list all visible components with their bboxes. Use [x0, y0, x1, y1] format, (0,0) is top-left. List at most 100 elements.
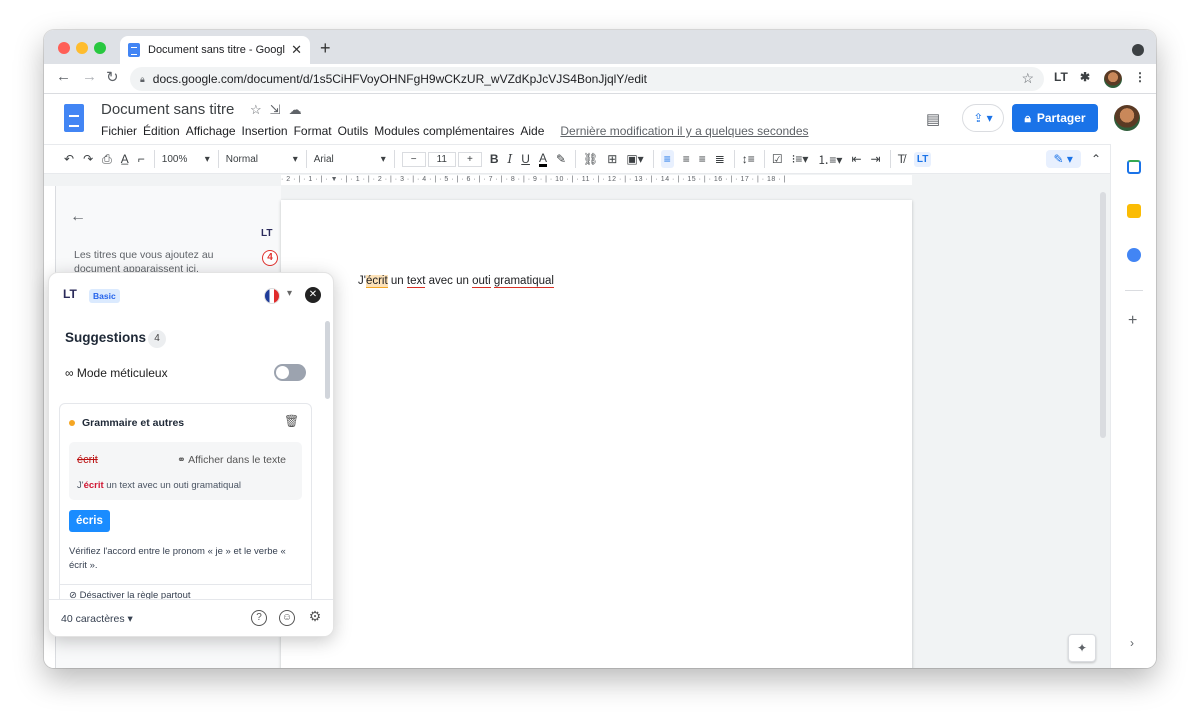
address-bar[interactable]: 🔒︎ docs.google.com/document/d/1s5CiHFVoy…	[130, 67, 1044, 91]
grammar-error-word[interactable]: écrit	[365, 275, 388, 288]
menu-outils[interactable]: Outils	[338, 124, 369, 138]
picky-mode-toggle[interactable]	[274, 364, 306, 381]
redo-icon[interactable]: ↷	[83, 152, 93, 166]
align-left-icon[interactable]: ≡	[660, 150, 674, 168]
menu-format[interactable]: Format	[294, 124, 332, 138]
languagetool-toolbar-icon[interactable]: LT	[913, 151, 932, 167]
increase-font-size-button[interactable]: +	[458, 151, 482, 167]
spelling-error-word[interactable]: outi	[472, 275, 491, 288]
print-icon[interactable]: ⎙	[102, 152, 112, 167]
bulleted-list-icon[interactable]: ⁝≡▾	[792, 152, 809, 166]
checklist-icon[interactable]: ☑	[772, 152, 783, 166]
increase-indent-icon[interactable]: ⇥	[871, 152, 881, 166]
link-icon[interactable]: ⛓	[583, 152, 598, 166]
hide-menus-chevron-up-icon[interactable]: ⌃	[1091, 152, 1101, 166]
clear-formatting-icon[interactable]: T̸	[898, 152, 905, 166]
tasks-icon[interactable]	[1127, 248, 1141, 262]
extensions-puzzle-icon[interactable]: ✱	[1080, 70, 1090, 84]
spellcheck-icon[interactable]: A̲	[121, 152, 129, 166]
decrease-font-size-button[interactable]: −	[401, 151, 426, 167]
insert-image-icon[interactable]: ▣▾	[626, 152, 643, 166]
line-spacing-icon[interactable]: ↕≡	[742, 152, 755, 166]
present-button[interactable]: ⇪ ▾	[962, 104, 1004, 132]
languagetool-extension-icon[interactable]: LT	[1054, 70, 1068, 84]
editing-mode-button[interactable]: ✎ ▾	[1045, 150, 1081, 168]
spelling-error-word[interactable]: text	[406, 275, 426, 288]
document-scrollbar[interactable]	[1100, 192, 1106, 438]
justify-icon[interactable]: ≣	[715, 152, 725, 166]
reload-icon[interactable]: ↻	[106, 68, 119, 86]
url-text: docs.google.com/document/d/1s5CiHFVoyOHN…	[152, 72, 648, 86]
panel-scrollbar[interactable]	[325, 321, 330, 399]
docs-logo-icon[interactable]	[64, 104, 84, 132]
cloud-saved-icon[interactable]: ☁	[289, 102, 310, 117]
settings-gear-icon[interactable]: ⚙	[307, 609, 323, 626]
menu-modules[interactable]: Modules complémentaires	[374, 124, 514, 138]
font-select[interactable]: Arial ▾	[314, 154, 386, 165]
browser-profile-avatar[interactable]	[1104, 70, 1122, 88]
spelling-error-word[interactable]: gramatiqual	[493, 275, 554, 288]
move-folder-icon[interactable]: ⇲	[270, 102, 289, 117]
new-tab-button[interactable]: +	[320, 38, 331, 59]
close-panel-icon[interactable]: ✕	[305, 287, 321, 303]
feedback-smiley-icon[interactable]: ☺	[279, 610, 295, 626]
keep-icon[interactable]	[1127, 204, 1141, 218]
calendar-icon[interactable]	[1127, 160, 1141, 174]
back-arrow-icon[interactable]: ←	[56, 68, 71, 85]
show-in-text-button[interactable]: ⚭ Afficher dans le texte	[177, 454, 286, 466]
help-icon[interactable]: ?	[251, 610, 267, 626]
language-chevron-down-icon[interactable]: ▾	[287, 288, 292, 299]
underline-icon[interactable]: U	[521, 152, 530, 166]
align-right-icon[interactable]: ≡	[699, 152, 706, 166]
close-outline-arrow-icon[interactable]: ←	[70, 208, 86, 226]
explore-button[interactable]: ✦	[1068, 634, 1096, 662]
decrease-indent-icon[interactable]: ⇤	[851, 152, 861, 166]
share-button[interactable]: 🔒︎ Partager	[1012, 104, 1098, 132]
paint-format-icon[interactable]: ⌐	[138, 152, 145, 166]
trash-icon[interactable]: 🗑︎	[284, 414, 299, 428]
browser-tab[interactable]: Document sans titre - Google D ✕	[120, 36, 310, 64]
replacement-button[interactable]: écris	[69, 510, 110, 532]
add-comment-icon[interactable]: ⊞	[607, 152, 617, 166]
character-count[interactable]: 40 caractères ▾	[61, 613, 133, 625]
minimize-window-button[interactable]	[76, 42, 88, 54]
maximize-window-button[interactable]	[94, 42, 106, 54]
languagetool-badge-icon[interactable]: LT	[261, 228, 272, 239]
bold-icon[interactable]: B	[490, 152, 499, 166]
comment-history-icon[interactable]: ▤	[926, 110, 940, 128]
browser-kebab-menu-icon[interactable]: ⋮	[1134, 70, 1146, 84]
bookmark-star-icon[interactable]: ☆	[1021, 70, 1034, 87]
style-select[interactable]: Normal ▾	[226, 154, 298, 165]
tab-strip: Document sans titre - Google D ✕ +	[44, 30, 1156, 64]
browser-menu-dot-icon[interactable]	[1132, 44, 1144, 56]
last-modified-link[interactable]: Dernière modification il y a quelques se…	[560, 124, 808, 138]
horizontal-ruler[interactable]: · 2 · | · 1 · | · ▼ · | · 1 · | · 2 · | …	[281, 175, 912, 185]
numbered-list-icon[interactable]: ⒈≡▾	[817, 151, 842, 168]
align-center-icon[interactable]: ≡	[683, 152, 690, 166]
menu-insertion[interactable]: Insertion	[242, 124, 288, 138]
italic-icon[interactable]: I	[508, 152, 513, 166]
document-title[interactable]: Document sans titre	[101, 101, 234, 118]
zoom-select[interactable]: 100% ▾	[162, 154, 210, 165]
side-panel: + ›	[1110, 144, 1156, 668]
tab-close-icon[interactable]: ✕	[291, 42, 302, 58]
french-flag-icon[interactable]	[264, 288, 280, 304]
menu-affichage[interactable]: Affichage	[186, 124, 236, 138]
document-text[interactable]: J'écrit un text avec un outi gramatiqual	[358, 275, 554, 288]
text-color-icon[interactable]: A	[538, 152, 547, 167]
menu-edition[interactable]: Édition	[143, 124, 180, 138]
languagetool-error-count[interactable]: 4	[262, 250, 278, 266]
close-window-button[interactable]	[58, 42, 70, 54]
star-icon[interactable]: ☆	[250, 102, 270, 117]
highlight-icon[interactable]: ✎	[556, 152, 566, 166]
account-avatar[interactable]	[1114, 105, 1140, 131]
document-page[interactable]: J'écrit un text avec un outi gramatiqual	[281, 200, 912, 668]
add-addon-plus-icon[interactable]: +	[1128, 312, 1137, 330]
expand-panel-chevron-icon[interactable]: ›	[1130, 636, 1134, 650]
forward-arrow-icon[interactable]: →	[82, 68, 97, 85]
undo-icon[interactable]: ↶	[64, 152, 74, 166]
menu-aide[interactable]: Aide	[520, 124, 544, 138]
menu-fichier[interactable]: Fichier	[101, 124, 137, 138]
docs-header: Document sans titre ☆⇲☁ Fichier Édition …	[44, 94, 1156, 144]
font-size-input[interactable]: 11	[427, 151, 456, 167]
